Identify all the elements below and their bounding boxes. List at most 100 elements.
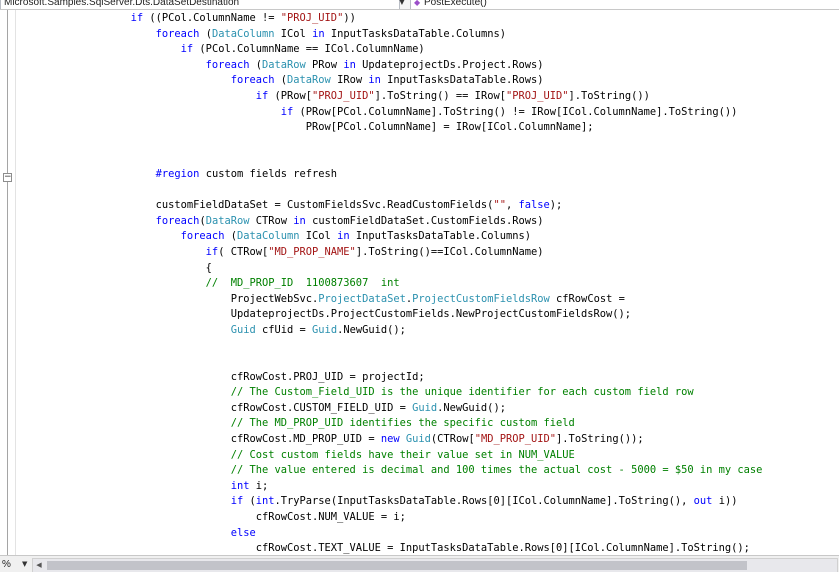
code-line[interactable]: // MD_PROP_ID 1100873607 int: [18, 276, 833, 292]
code-token: Guid: [230, 323, 256, 336]
code-line[interactable]: [18, 136, 833, 152]
scroll-left-icon[interactable]: ◀: [33, 559, 45, 572]
code-line[interactable]: foreach (DataRow IRow in InputTasksDataT…: [18, 73, 833, 89]
code-line[interactable]: cfRowCost.MD_PROP_UID = new Guid(CTRow["…: [18, 432, 833, 448]
code-line[interactable]: foreach(DataRow CTRow in customFieldData…: [18, 214, 833, 230]
class-dropdown[interactable]: Microsoft.Samples.SqlServer.Dts.DataSetD…: [0, 0, 400, 9]
code-token: ].ToString());: [556, 433, 644, 446]
code-token: DataRow: [261, 58, 306, 71]
code-token: ProjectWebSvc.: [18, 292, 319, 305]
code-line[interactable]: int i;: [18, 479, 833, 495]
code-area[interactable]: if ((PCol.ColumnName != "PROJ_UID")) for…: [18, 11, 833, 557]
code-token: in: [343, 58, 356, 71]
code-token: "PROJ_UID": [505, 89, 569, 102]
code-token: ICol: [274, 27, 313, 40]
code-line[interactable]: PRow[PCol.ColumnName] = IRow[ICol.Column…: [18, 120, 833, 136]
code-line[interactable]: if (PRow["PROJ_UID"].ToString() == IRow[…: [18, 89, 833, 105]
code-line[interactable]: // The MD_PROP_UID identifies the specif…: [18, 416, 833, 432]
code-token: Guid: [312, 323, 338, 336]
code-line[interactable]: if( CTRow["MD_PROP_NAME"].ToString()==IC…: [18, 245, 833, 261]
outlining-margin: [0, 10, 16, 555]
code-line[interactable]: UpdateprojectDs.ProjectCustomFields.NewP…: [18, 307, 833, 323]
collapse-region-icon[interactable]: −: [3, 173, 12, 182]
code-token: ( CTRow[: [218, 245, 269, 258]
code-token: .NewGuid();: [437, 401, 506, 414]
code-token: if: [280, 105, 294, 118]
code-token: cfRowCost.TEXT_VALUE = InputTasksDataTab…: [18, 542, 750, 555]
code-token: false: [518, 199, 550, 212]
code-line[interactable]: else: [18, 526, 833, 542]
member-dropdown[interactable]: ◆ PostExecute(): [410, 0, 839, 9]
code-line[interactable]: [18, 338, 833, 354]
code-token: InputTasksDataTable.Columns): [349, 230, 532, 243]
code-token: cfRowCost.NUM_VALUE = i;: [18, 511, 406, 523]
code-token: // MD_PROP_ID 1100873607 int: [205, 277, 400, 290]
code-line[interactable]: if ((PCol.ColumnName != "PROJ_UID")): [18, 11, 833, 27]
code-line[interactable]: foreach (DataRow PRow in UpdateprojectDs…: [18, 58, 833, 74]
code-token: ProjectCustomFieldsRow: [412, 292, 550, 305]
code-token: if: [255, 89, 269, 102]
code-line[interactable]: Guid cfUid = Guid.NewGuid();: [18, 323, 833, 339]
code-line[interactable]: ProjectWebSvc.ProjectDataSet.ProjectCust…: [18, 292, 833, 308]
chevron-down-icon[interactable]: ▼: [396, 0, 408, 8]
code-token: InputTasksDataTable.Rows): [380, 74, 544, 87]
code-token: DataColumn: [236, 230, 300, 243]
code-token: i;: [249, 479, 269, 492]
code-token: if: [230, 495, 244, 508]
code-line[interactable]: if (int.TryParse(InputTasksDataTable.Row…: [18, 494, 833, 510]
horizontal-scrollbar[interactable]: ◀: [32, 558, 838, 572]
code-token: // The Custom_Field_UID is the unique id…: [230, 386, 694, 399]
code-line[interactable]: cfRowCost.PROJ_UID = projectId;: [18, 370, 833, 386]
code-line[interactable]: // Cost custom fields have their value s…: [18, 448, 833, 464]
code-token: in: [368, 74, 381, 87]
zoom-dropdown-icon[interactable]: ▼: [22, 560, 27, 568]
code-token: foreach: [205, 58, 250, 71]
code-line[interactable]: foreach (DataColumn ICol in InputTasksDa…: [18, 27, 833, 43]
code-token: cfRowCost =: [549, 292, 625, 305]
code-token: CTRow: [249, 214, 294, 227]
code-token: cfUid =: [255, 323, 313, 336]
code-line[interactable]: if (PRow[PCol.ColumnName].ToString() != …: [18, 105, 833, 121]
code-token: UpdateprojectDs.Project.Rows): [355, 58, 544, 71]
code-token: in: [293, 214, 306, 227]
code-line[interactable]: cfRowCost.NUM_VALUE = i;: [18, 510, 833, 526]
code-line[interactable]: [18, 183, 833, 199]
code-token: (: [224, 230, 237, 243]
code-token: cfRowCost.MD_PROP_UID =: [18, 433, 381, 446]
code-token: ICol: [299, 230, 338, 243]
code-token: (: [249, 58, 262, 71]
code-token: customFieldDataSet.CustomFields.Rows): [305, 214, 544, 227]
code-token: IRow: [330, 74, 369, 87]
code-token: ].ToString()==ICol.ColumnName): [355, 245, 544, 258]
code-line[interactable]: [18, 151, 833, 167]
code-line[interactable]: // The value entered is decimal and 100 …: [18, 463, 833, 479]
scroll-thumb[interactable]: [47, 561, 747, 570]
code-token: (: [199, 27, 212, 40]
code-token: (CTRow[: [430, 433, 475, 446]
code-token: (PRow[PCol.ColumnName].ToString() != IRo…: [293, 105, 738, 118]
outline-guide-line: [7, 10, 8, 555]
code-token: int: [230, 479, 250, 492]
code-token: ].ToString()): [568, 89, 650, 102]
code-line[interactable]: if (PCol.ColumnName == ICol.ColumnName): [18, 42, 833, 58]
code-line[interactable]: cfRowCost.CUSTOM_FIELD_UID = Guid.NewGui…: [18, 401, 833, 417]
code-line[interactable]: #region custom fields refresh: [18, 167, 833, 183]
code-line[interactable]: // The Custom_Field_UID is the unique id…: [18, 385, 833, 401]
code-line[interactable]: foreach (DataColumn ICol in InputTasksDa…: [18, 229, 833, 245]
code-line[interactable]: [18, 354, 833, 370]
member-dropdown-label: PostExecute(): [424, 0, 487, 8]
code-line[interactable]: {: [18, 261, 833, 277]
code-token: // The MD_PROP_UID identifies the specif…: [230, 417, 575, 430]
code-token: "PROJ_UID": [312, 89, 375, 102]
zoom-level[interactable]: %: [2, 558, 11, 571]
code-line[interactable]: customFieldDataSet = CustomFieldsSvc.Rea…: [18, 198, 833, 214]
